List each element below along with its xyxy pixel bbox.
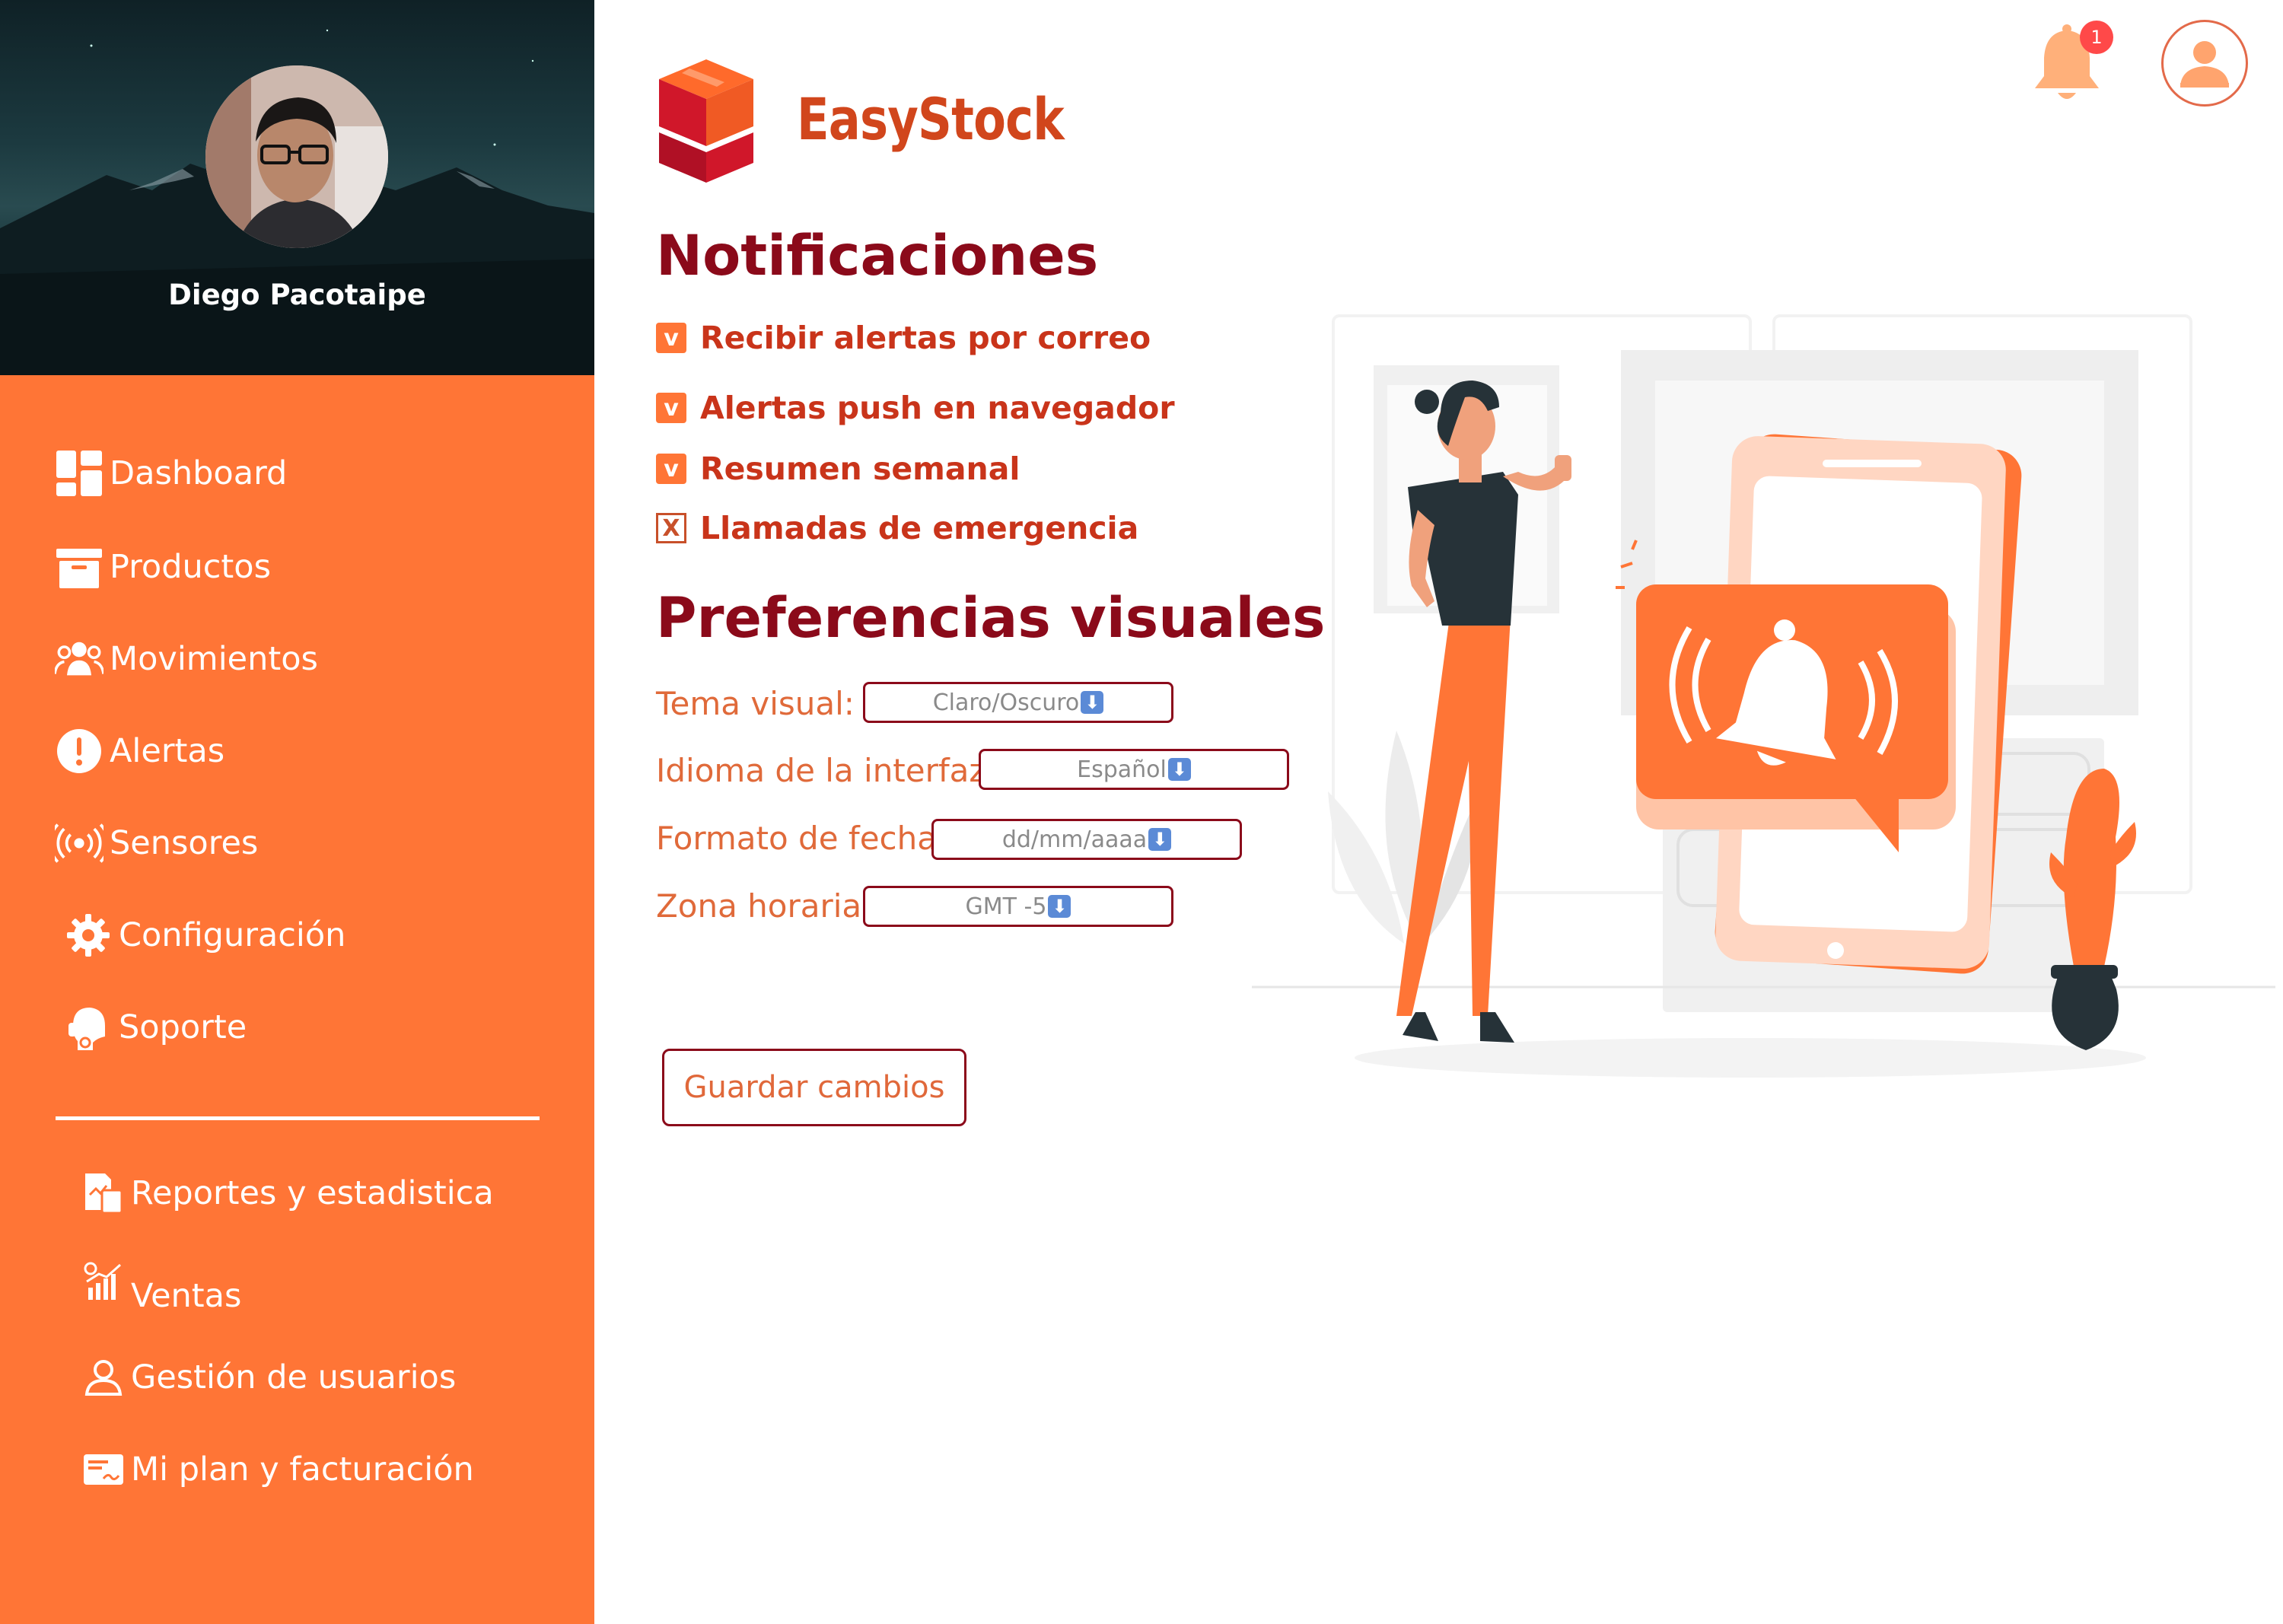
headset-icon [64, 1003, 113, 1052]
gear-icon [64, 911, 113, 960]
sidebar-divider [56, 1116, 540, 1120]
nav-productos[interactable]: Productos [55, 543, 271, 591]
nav-label: Alertas [110, 732, 225, 770]
nav-alertas[interactable]: Alertas [55, 727, 224, 775]
select-value: Español [1077, 756, 1167, 783]
brand-name: EasyStock [797, 85, 1065, 153]
nav-label: Sensores [110, 824, 259, 862]
option-emergency-calls[interactable]: X Llamadas de emergencia [656, 510, 1138, 546]
checkbox[interactable]: v [656, 323, 686, 353]
brand-logo [659, 59, 753, 186]
timezone-label: Zona horaria: [656, 887, 873, 925]
theme-label: Tema visual: [656, 685, 855, 722]
checkbox[interactable]: v [656, 454, 686, 484]
language-select[interactable]: Español ⬇ [979, 749, 1289, 790]
notification-illustration [1252, 314, 2275, 1078]
select-value: Claro/Oscuro [932, 689, 1080, 716]
download-arrow-icon: ⬇ [1148, 828, 1172, 851]
nav-ventas[interactable]: Ventas [82, 1260, 241, 1315]
download-arrow-icon: ⬇ [1081, 691, 1104, 714]
option-label: Llamadas de emergencia [700, 510, 1139, 546]
select-value: GMT -5 [965, 893, 1047, 920]
option-push-alerts[interactable]: v Alertas push en navegador [656, 390, 1175, 426]
option-label: Resumen semanal [700, 451, 1021, 487]
download-arrow-icon: ⬇ [1048, 895, 1071, 918]
user-manage-icon [82, 1356, 125, 1399]
sales-chart-icon [82, 1260, 125, 1303]
users-group-icon [55, 635, 103, 683]
nav-gestion-usuarios[interactable]: Gestión de usuarios [82, 1356, 456, 1399]
report-icon [82, 1172, 125, 1215]
profile-name: Diego Pacotaipe [168, 279, 426, 311]
date-format-select[interactable]: dd/mm/aaaa ⬇ [931, 819, 1242, 860]
nav-sensores[interactable]: Sensores [55, 819, 258, 868]
option-label: Recibir alertas por correo [700, 320, 1151, 356]
option-weekly-summary[interactable]: v Resumen semanal [656, 451, 1020, 487]
nav-label: Ventas [131, 1277, 242, 1315]
option-label: Alertas push en navegador [700, 390, 1175, 426]
nav-dashboard[interactable]: Dashboard [55, 449, 287, 498]
sidebar: Diego Pacotaipe Dashboard Productos Movi… [0, 0, 594, 1624]
nav-label: Soporte [119, 1008, 247, 1046]
visual-prefs-title: Preferencias visuales [656, 586, 1326, 651]
nav-label: Gestión de usuarios [131, 1358, 457, 1396]
checkbox[interactable]: X [656, 513, 686, 543]
theme-select[interactable]: Claro/Oscuro ⬇ [863, 682, 1173, 723]
save-button[interactable]: Guardar cambios [662, 1049, 966, 1126]
option-email-alerts[interactable]: v Recibir alertas por correo [656, 320, 1151, 356]
dashboard-icon [55, 449, 103, 498]
nav-label: Mi plan y facturación [131, 1450, 474, 1489]
avatar[interactable] [205, 65, 388, 248]
nav-label: Movimientos [110, 640, 318, 678]
box-icon [55, 543, 103, 591]
broadcast-icon [55, 819, 103, 868]
nav-reportes[interactable]: Reportes y estadistica [82, 1172, 494, 1215]
nav-configuracion[interactable]: Configuración [64, 911, 345, 960]
user-icon [2180, 41, 2229, 88]
cube-logo-icon [659, 59, 753, 183]
nav-soporte[interactable]: Soporte [64, 1003, 247, 1052]
nav-plan-facturacion[interactable]: Mi plan y facturación [82, 1448, 474, 1491]
nav-label: Configuración [119, 916, 346, 954]
notifications-title: Notificaciones [656, 224, 1099, 288]
alert-icon [55, 727, 103, 775]
nav-movimientos[interactable]: Movimientos [55, 635, 318, 683]
checkbox[interactable]: v [656, 393, 686, 423]
select-value: dd/mm/aaaa [1001, 826, 1148, 853]
nav-label: Dashboard [110, 454, 288, 492]
nav-label: Reportes y estadistica [131, 1174, 494, 1212]
date-format-label: Formato de fecha: [656, 820, 948, 857]
language-label: Idioma de la interfaz: [656, 752, 997, 789]
download-arrow-icon: ⬇ [1167, 758, 1191, 781]
timezone-select[interactable]: GMT -5 ⬇ [863, 886, 1173, 927]
billing-icon [82, 1448, 125, 1491]
user-menu-button[interactable] [2161, 20, 2248, 107]
nav-label: Productos [110, 548, 271, 586]
profile-header: Diego Pacotaipe [0, 0, 594, 375]
notification-badge: 1 [2080, 21, 2113, 54]
